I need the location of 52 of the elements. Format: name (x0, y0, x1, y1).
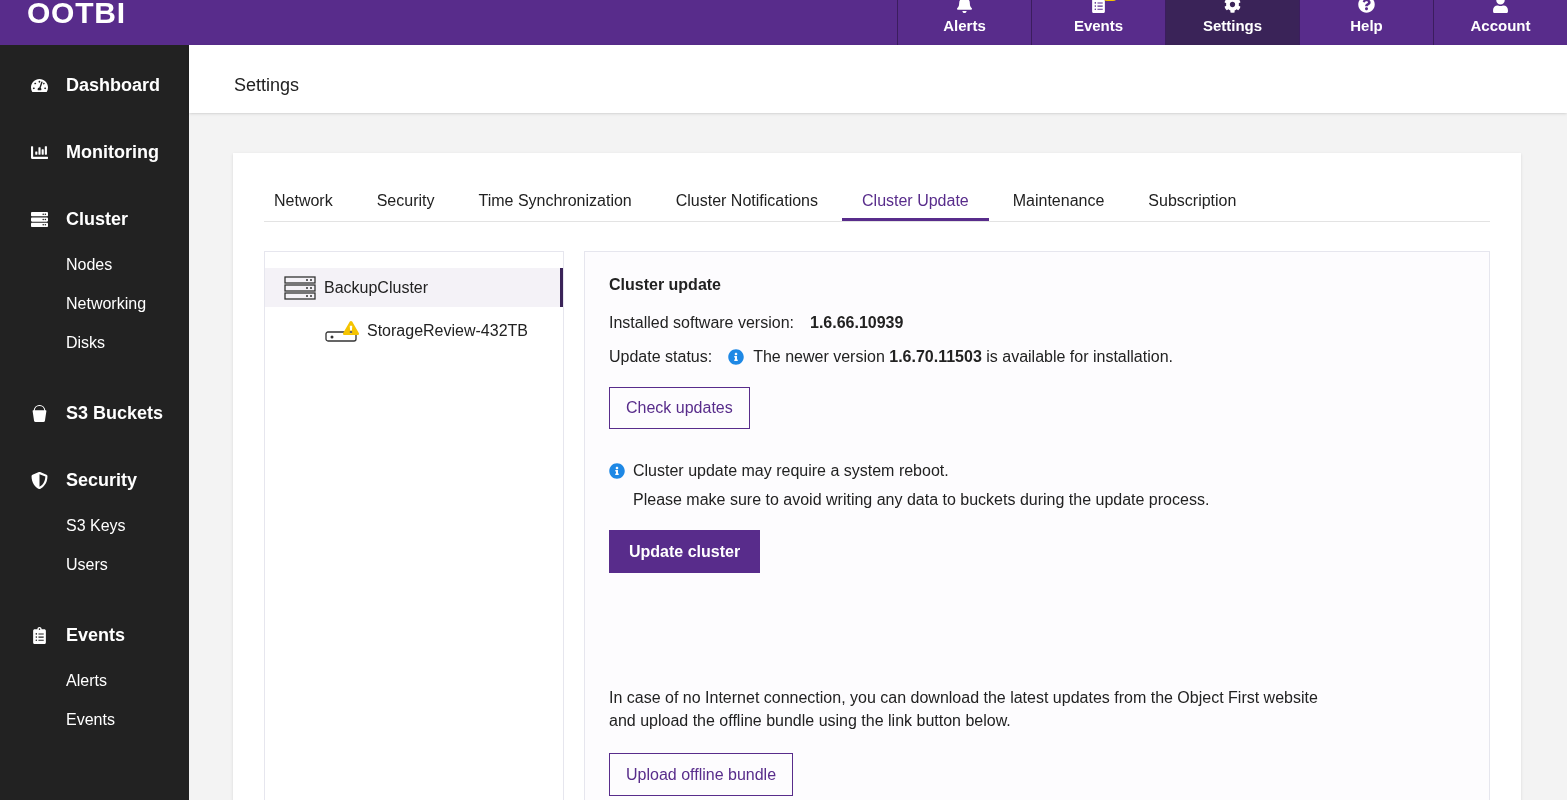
page-title: Settings (234, 73, 300, 97)
help-icon (1358, 0, 1375, 13)
settings-tab[interactable]: Maintenance (992, 191, 1125, 221)
sidebar-subitem[interactable]: Alerts (0, 661, 189, 700)
clipboard-icon (1090, 0, 1107, 13)
server-rack-icon (284, 275, 316, 300)
field-label: Installed software version: (609, 313, 794, 333)
tree-node[interactable]: StorageReview-432TB (265, 307, 563, 355)
info-icon (728, 349, 745, 365)
field-label: Update status: (609, 347, 713, 367)
sidebar-subitem[interactable]: Disks (0, 323, 189, 362)
info-icon (609, 463, 625, 479)
sidebar-subitem[interactable]: S3 Keys (0, 506, 189, 545)
notice-text: Please make sure to avoid writing any data to buckets during the update process. (633, 490, 1210, 510)
user-icon (1492, 0, 1509, 13)
shield-icon (31, 471, 48, 489)
sidebar-subitem[interactable]: Nodes (0, 245, 189, 284)
settings-tab[interactable]: Network (254, 191, 353, 221)
settings-tab[interactable]: Subscription (1128, 191, 1257, 221)
bucket-icon (31, 404, 48, 422)
clipboard-icon (31, 626, 48, 644)
notice-text: Cluster update may require a system reboot. (633, 461, 949, 481)
settings-tab[interactable]: Cluster Update (842, 191, 989, 221)
sidebar-item[interactable]: Cluster (0, 207, 189, 231)
drive-icon (325, 330, 357, 342)
sidebar-item[interactable]: Security (0, 468, 189, 492)
tree-node[interactable]: BackupCluster (265, 268, 563, 307)
brand-logo: OOTBI (26, 0, 126, 31)
section-title: Cluster update (609, 275, 722, 295)
sidebar-item[interactable]: Dashboard (0, 73, 189, 97)
settings-tab[interactable]: Security (356, 191, 455, 221)
update-cluster-button[interactable]: Update cluster (609, 530, 761, 573)
check-updates-button[interactable]: Check updates (609, 387, 750, 429)
installed-version: 1.6.66.10939 (810, 313, 904, 333)
gear-icon (1224, 0, 1241, 13)
gauge-icon (31, 76, 48, 94)
settings-tab[interactable]: Time Synchronization (458, 191, 652, 221)
server-icon (31, 210, 48, 228)
sidebar-subitem[interactable]: Events (0, 700, 189, 739)
sidebar-item[interactable]: Events (0, 623, 189, 647)
top-nav-button[interactable]: Settings (1165, 0, 1299, 45)
offline-info-text: In case of no Internet connection, you can download the latest updates from the Object First website (609, 688, 1319, 708)
sidebar-item[interactable]: Monitoring (0, 140, 189, 164)
offline-info-text: and upload the offline bundle using the link button below. (609, 711, 1012, 731)
sidebar-subitem[interactable]: Networking (0, 284, 189, 323)
sidebar-item[interactable]: S3 Buckets (0, 401, 189, 425)
sidebar-subitem[interactable]: Users (0, 545, 189, 584)
bar-chart-icon (31, 143, 48, 161)
settings-tab[interactable]: Cluster Notifications (655, 191, 838, 221)
upload-bundle-button[interactable]: Upload offline bundle (609, 753, 794, 796)
bell-icon (956, 0, 973, 13)
status-message: The newer version 1.6.70.11503 is available for installation. (753, 347, 1173, 367)
